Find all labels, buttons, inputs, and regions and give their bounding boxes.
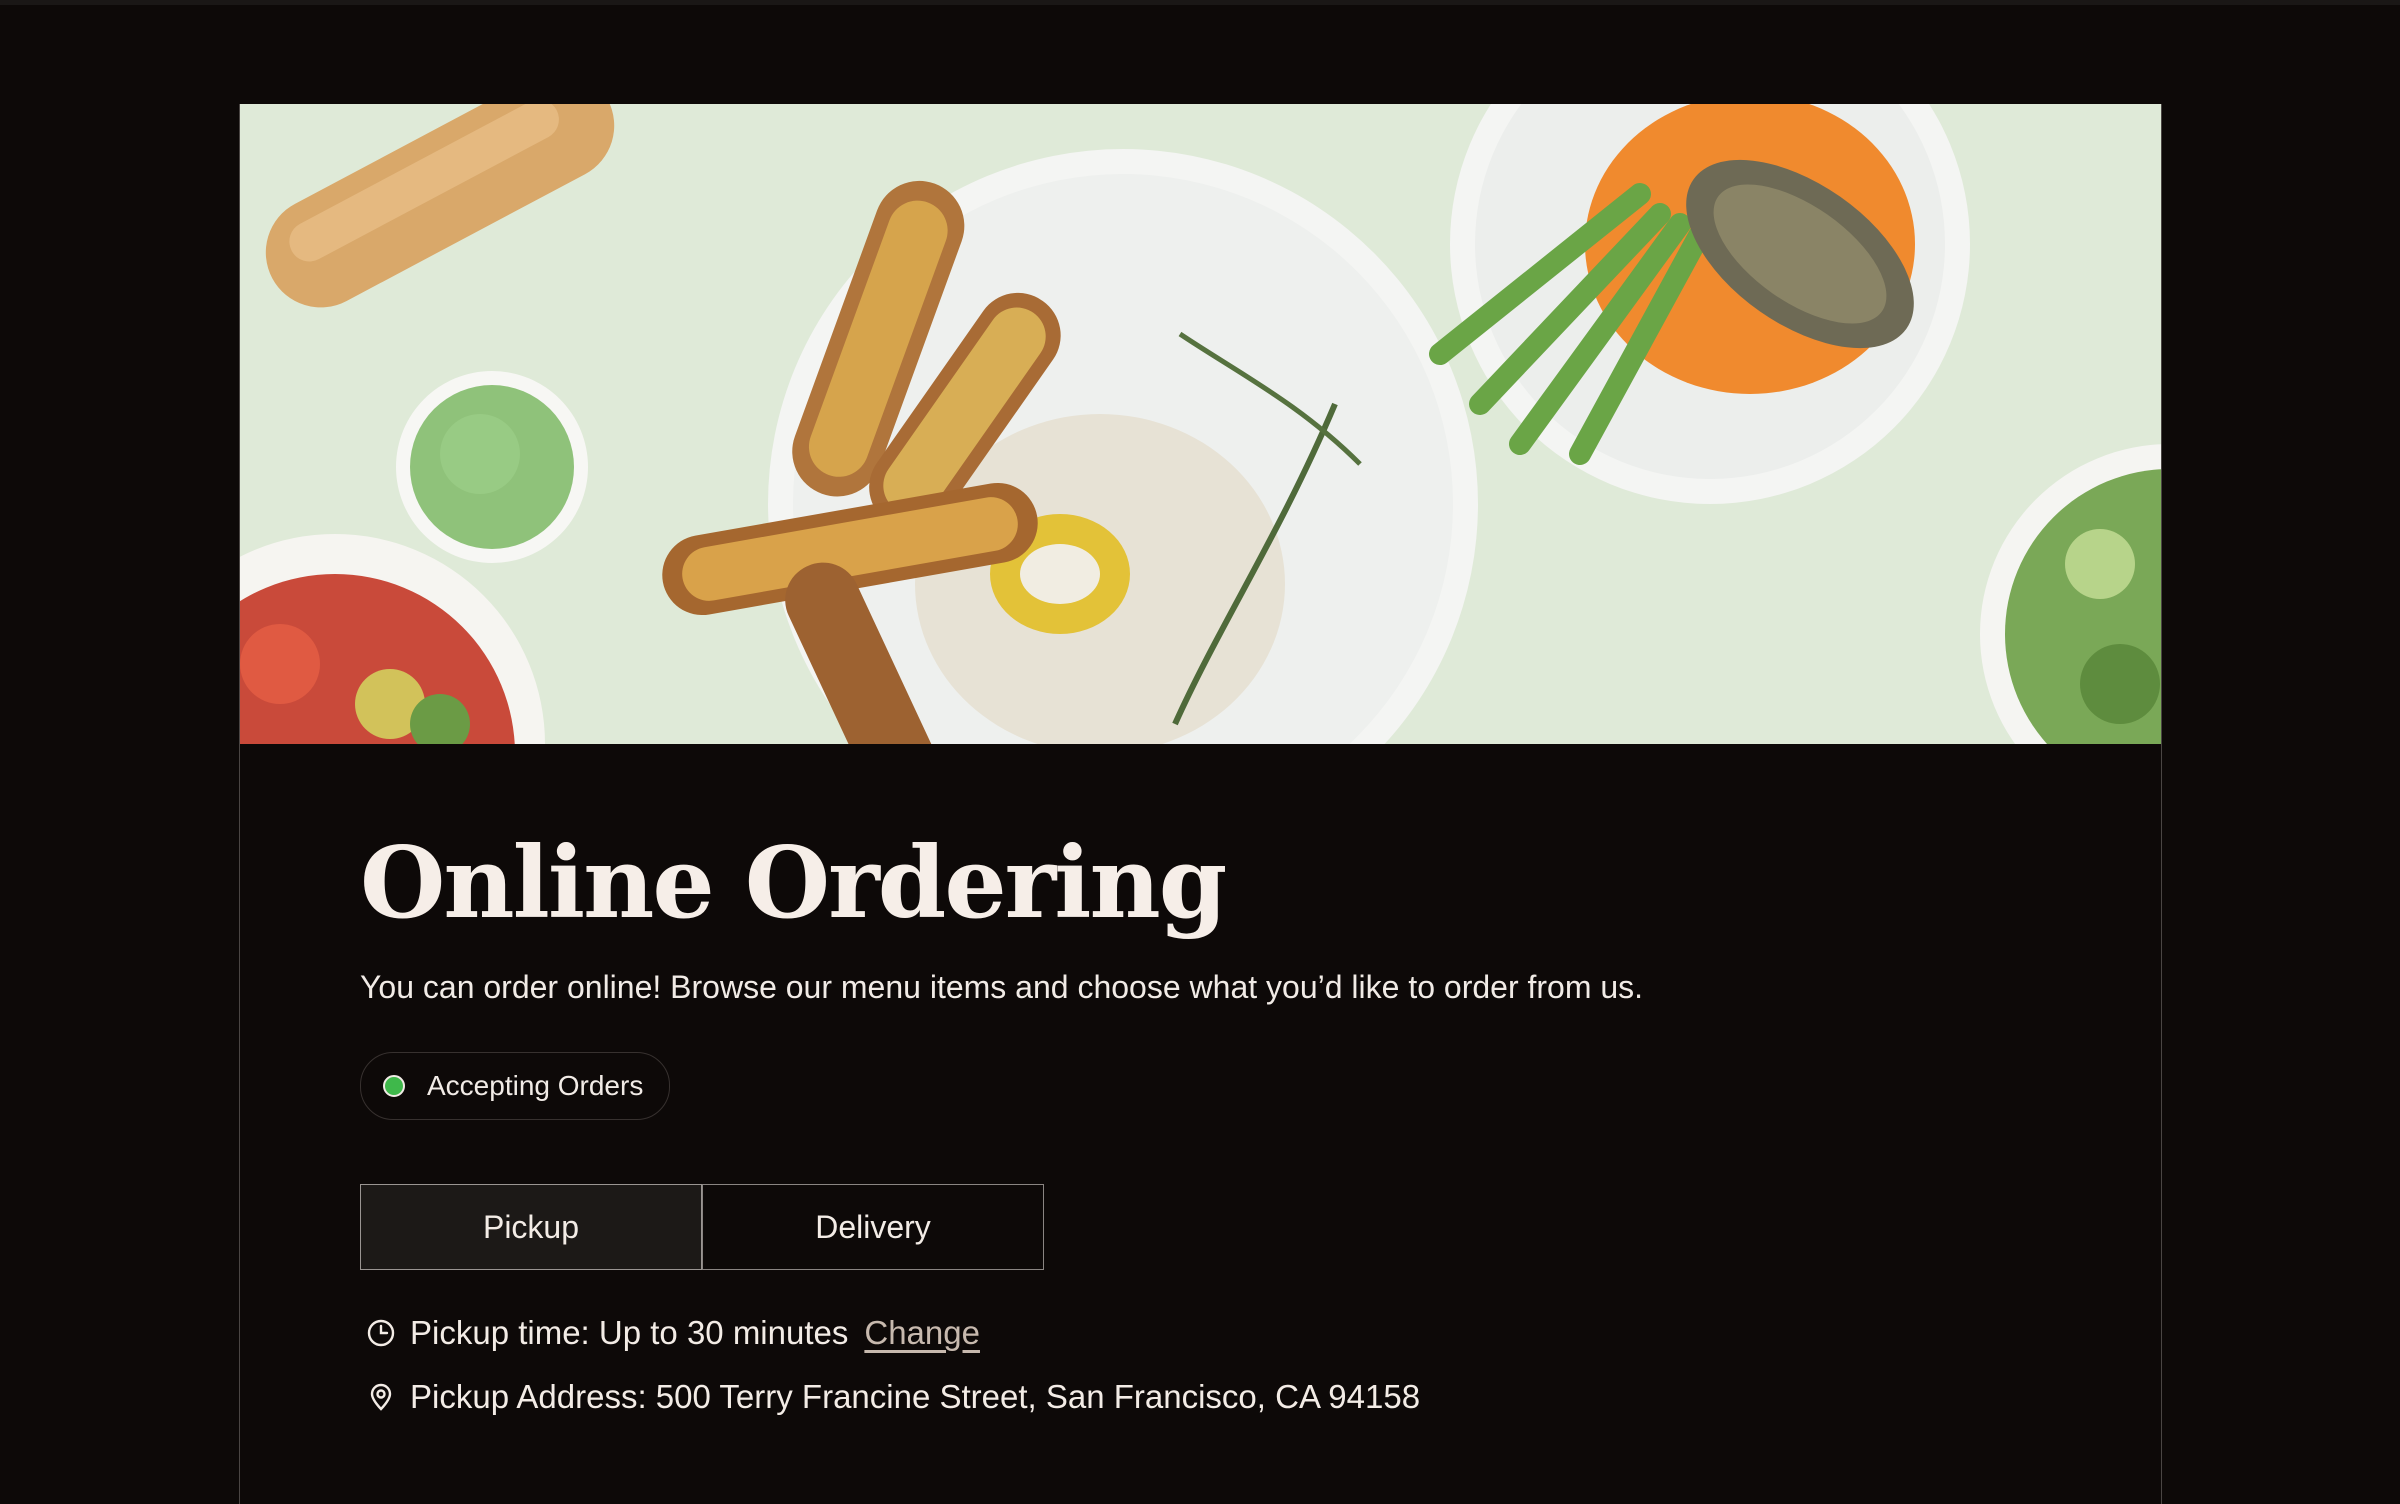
status-label: Accepting Orders [427, 1070, 644, 1101]
pickup-address-row: Pickup Address: 500 Terry Francine Stree… [360, 1378, 2060, 1416]
page-subtitle: You can order online! Browse our menu it… [360, 969, 1644, 1005]
status-dot-icon [383, 1075, 405, 1097]
pickup-button[interactable]: Pickup [360, 1184, 702, 1270]
change-pickup-time-link[interactable]: Change [864, 1314, 980, 1352]
ordering-content: Online Ordering You can order online! Br… [360, 824, 2060, 1416]
page-title: Online Ordering [360, 826, 1227, 941]
location-pin-icon [366, 1382, 396, 1412]
hero-food-image [240, 104, 2161, 744]
delivery-button[interactable]: Delivery [702, 1184, 1044, 1270]
top-edge [0, 0, 2400, 5]
pickup-time-label: Pickup time: Up to 30 minutes [410, 1314, 849, 1351]
status-badge: Accepting Orders [360, 1052, 671, 1120]
ordering-card: Online Ordering You can order online! Br… [239, 104, 2162, 1504]
clock-icon [366, 1318, 396, 1348]
pickup-address-label: Pickup Address: 500 Terry Francine Stree… [410, 1378, 1421, 1415]
pickup-time-row: Pickup time: Up to 30 minutes Change [360, 1314, 2060, 1352]
order-mode-toggle: Pickup Delivery [360, 1184, 2060, 1270]
